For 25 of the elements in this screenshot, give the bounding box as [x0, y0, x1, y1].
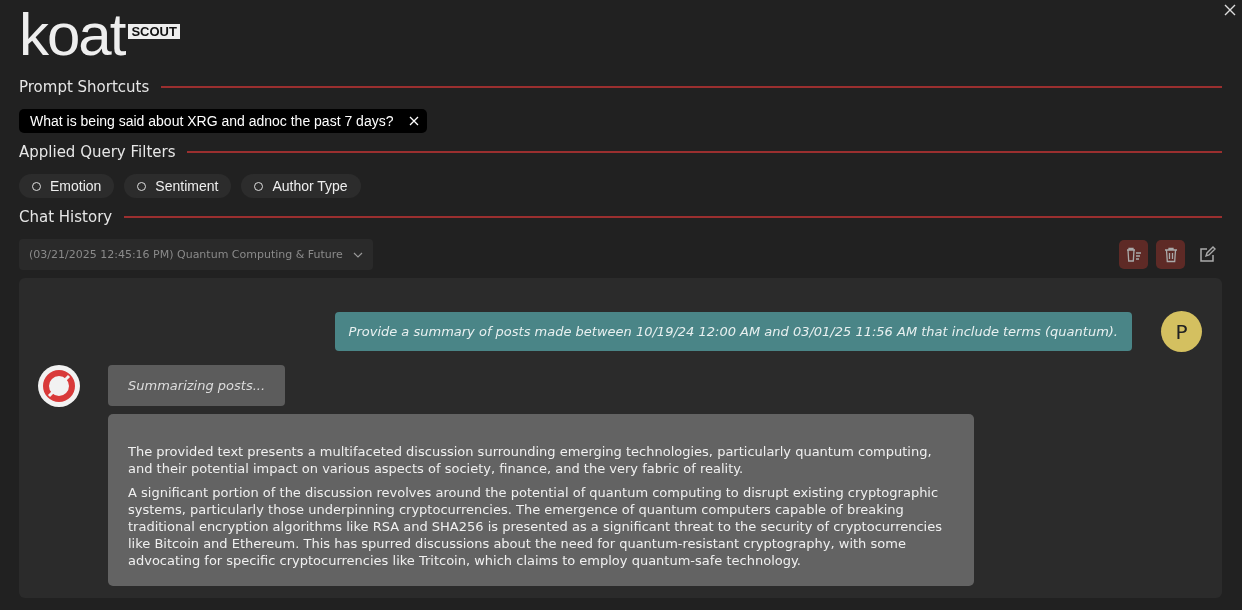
chat-history-dropdown[interactable]: (03/21/2025 12:45:16 PM) Quantum Computing & Future: [19, 239, 373, 270]
trash-icon: [1163, 246, 1178, 263]
chevron-down-icon: [352, 251, 363, 258]
answer-paragraph: The provided text presents a multifaceted discussion surrounding emerging technologies, particularly quantum computing, and their potential impact on various aspects of society, finance, and the very fabric of reality.: [128, 443, 933, 477]
filter-chip[interactable]: Sentiment: [124, 174, 232, 198]
section-title: Prompt Shortcuts: [19, 78, 150, 96]
section-title: Chat History: [19, 208, 113, 226]
close-button[interactable]: [1224, 4, 1236, 16]
user-message: Provide a summary of posts made between 10/19/24 12:00 AM and 03/01/25 11:56 AM that include terms (quantum).: [334, 312, 1132, 351]
bot-avatar-icon: [38, 365, 80, 407]
logo-badge: SCOUT: [128, 24, 180, 39]
filter-chip[interactable]: Emotion: [19, 174, 115, 198]
edit-icon: [1199, 246, 1216, 263]
answer-paragraph: A significant portion of the discussion revolves around the potential of quantum computing to disrupt existing cryptographic systems, particularly those underpinning cryptocurrencies. The emergence of quantum computers capable of breaking traditional encryption algorithms like RSA and SHA256 is presented as a significant threat to the security of cryptocurrencies like Bitcoin and Ethereum. This has spurred discussions about the need for quantum-resistant cryptography, with some advocating for specific cryptocurrencies like Tritcoin, which claims to employ quantum-safe technology.: [128, 484, 943, 569]
logo-wordmark: koat: [19, 10, 125, 60]
close-icon: [1224, 4, 1236, 16]
delete-button[interactable]: [1156, 240, 1185, 269]
section-title: Applied Query Filters: [19, 143, 176, 161]
status-message: Summarizing posts...: [108, 365, 286, 406]
filter-chip[interactable]: Author Type: [241, 174, 361, 198]
trash-list-icon: [1124, 246, 1143, 263]
close-icon[interactable]: [409, 116, 420, 126]
prompt-shortcut-chip[interactable]: What is being said about XRG and adnoc the past 7 days?: [19, 109, 428, 133]
clear-history-button[interactable]: [1119, 240, 1148, 269]
user-avatar: P: [1161, 311, 1202, 352]
